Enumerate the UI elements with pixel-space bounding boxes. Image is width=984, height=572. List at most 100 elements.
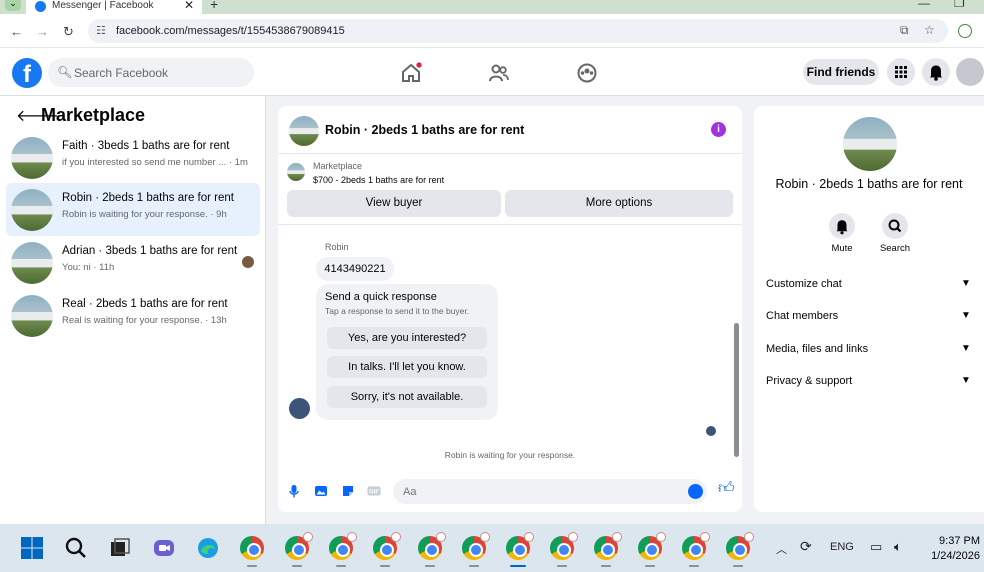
chrome-profile-icon[interactable] <box>726 532 754 560</box>
listing-thumbnail <box>11 189 53 231</box>
chrome-profile-icon[interactable] <box>329 532 357 560</box>
photo-icon[interactable] <box>314 484 328 498</box>
chrome-profile-icon[interactable] <box>373 532 401 560</box>
conversation-name: Robin · 2beds 1 baths are for rent <box>775 177 963 191</box>
view-buyer-button[interactable]: View buyer <box>287 190 501 217</box>
language-indicator[interactable]: ENG <box>830 541 854 553</box>
chrome-profile-icon-active[interactable] <box>506 532 534 560</box>
windows-taskbar: ︿ ⟳ ENG ▭ 🔈︎ 9:37 PM 1/24/2026 <box>0 524 984 572</box>
privacy-support-section[interactable]: Privacy & support <box>766 375 852 387</box>
gif-icon[interactable]: GIF <box>367 484 381 498</box>
thumbs-up-icon[interactable]: 👍︎ <box>718 481 735 497</box>
forward-arrow-icon[interactable]: → <box>36 24 49 39</box>
more-options-button[interactable]: More options <box>505 190 733 217</box>
running-indicator <box>336 565 346 567</box>
address-bar[interactable]: ☷ facebook.com/messages/t/15545386790894… <box>88 19 948 43</box>
info-icon[interactable]: i <box>711 122 726 137</box>
search-icon: 🔍︎ <box>57 65 73 79</box>
tab-strip: ⌄ Messenger | Facebook ✕ + — ❐ <box>0 0 984 14</box>
customize-chat-section[interactable]: Customize chat <box>766 278 842 290</box>
sync-icon[interactable]: ⟳ <box>800 538 812 555</box>
chrome-profile-icon[interactable] <box>285 532 313 560</box>
chrome-icon[interactable] <box>240 536 264 560</box>
listing-mini-thumbnail <box>287 163 305 181</box>
search-facebook-input[interactable]: 🔍︎ Search Facebook <box>48 58 254 87</box>
account-avatar[interactable] <box>956 58 984 86</box>
edge-icon[interactable] <box>196 536 220 560</box>
mute-button[interactable] <box>829 213 855 239</box>
running-indicator <box>380 565 390 567</box>
minimize-icon[interactable]: — <box>918 0 930 10</box>
chrome-profile-icon[interactable] <box>462 532 490 560</box>
message-bubble[interactable]: 4143490221 <box>316 257 394 281</box>
search-placeholder: Search Facebook <box>74 66 169 80</box>
install-app-icon[interactable]: ⧉ <box>900 23 909 38</box>
quick-response-yes-button[interactable]: Yes, are you interested? <box>327 327 487 349</box>
chrome-profile-icon[interactable] <box>550 532 578 560</box>
restore-icon[interactable]: ❐ <box>954 0 965 10</box>
chrome-profile-icon[interactable] <box>682 532 710 560</box>
emoji-icon[interactable] <box>688 484 703 499</box>
sticker-icon[interactable] <box>341 484 355 498</box>
chevron-down-icon[interactable]: ▼ <box>961 310 971 321</box>
profile-icon[interactable] <box>958 24 972 38</box>
notifications-button[interactable] <box>922 58 950 86</box>
scrollbar-thumb[interactable] <box>734 323 739 457</box>
chevron-down-icon[interactable]: ▼ <box>961 278 971 289</box>
windows-start-icon[interactable] <box>20 536 44 560</box>
quick-response-in-talks-button[interactable]: In talks. I'll let you know. <box>327 356 487 378</box>
task-view-icon[interactable] <box>108 536 132 560</box>
teams-chat-icon[interactable] <box>152 536 176 560</box>
friends-icon[interactable] <box>488 62 510 84</box>
microphone-icon[interactable] <box>287 484 301 498</box>
search-icon[interactable] <box>64 536 88 560</box>
groups-icon[interactable] <box>576 62 598 84</box>
message-input[interactable] <box>403 483 673 500</box>
chevron-down-icon[interactable]: ▼ <box>961 343 971 354</box>
browser-toolbar: ← → ↻ ☷ facebook.com/messages/t/15545386… <box>0 14 984 48</box>
search-in-conversation-button[interactable] <box>882 213 908 239</box>
chevron-down-icon[interactable]: ▼ <box>961 375 971 386</box>
tab-search-button[interactable]: ⌄ <box>5 0 21 11</box>
chat-title[interactable]: Robin · 2beds 1 baths are for rent <box>325 123 524 137</box>
clock-time[interactable]: 9:37 PM <box>920 535 980 547</box>
tab-messenger[interactable]: Messenger | Facebook ✕ <box>26 0 202 14</box>
show-hidden-icons-chevron-icon[interactable]: ︿ <box>776 541 787 557</box>
quick-response-not-available-button[interactable]: Sorry, it's not available. <box>327 386 487 408</box>
running-indicator <box>425 565 435 567</box>
conversation-preview: You: ni · 11h <box>62 262 115 273</box>
chat-header: Robin · 2beds 1 baths are for rent i <box>278 106 742 154</box>
tab-close-icon[interactable]: ✕ <box>184 0 194 12</box>
sender-avatar[interactable] <box>289 398 310 419</box>
new-tab-button[interactable]: + <box>210 0 218 12</box>
conversation-item-adrian[interactable]: Adrian · 3beds 1 baths are for rent You:… <box>6 236 260 289</box>
message-input-container[interactable] <box>393 479 707 504</box>
back-arrow-icon[interactable]: ← <box>10 24 23 39</box>
network-icon[interactable]: ▭ <box>870 539 882 555</box>
chrome-profile-icon[interactable] <box>594 532 622 560</box>
chat-members-section[interactable]: Chat members <box>766 310 838 322</box>
reload-icon[interactable]: ↻ <box>63 24 74 40</box>
home-icon[interactable] <box>400 62 422 84</box>
facebook-logo[interactable]: f <box>12 58 42 88</box>
volume-icon[interactable]: 🔈︎ <box>894 539 902 555</box>
running-indicator <box>557 565 567 567</box>
chrome-profile-icon[interactable] <box>418 532 446 560</box>
chat-panel: Robin · 2beds 1 baths are for rent i Mar… <box>278 106 742 512</box>
listing-price: $700 - 2beds 1 baths are for rent <box>313 175 445 185</box>
chat-listing-thumbnail[interactable] <box>289 116 319 146</box>
tab-title: Messenger | Facebook <box>52 0 154 11</box>
conversation-item-robin[interactable]: Robin · 2beds 1 baths are for rent Robin… <box>6 183 260 236</box>
conversation-item-real[interactable]: Real · 2beds 1 baths are for rent Real i… <box>6 289 260 342</box>
conversation-item-faith[interactable]: Faith · 3beds 1 baths are for rent if yo… <box>6 131 260 184</box>
site-info-icon[interactable]: ☷ <box>96 24 106 37</box>
find-friends-button[interactable]: Find friends <box>803 59 879 85</box>
message-thread[interactable]: Robin 4143490221 Send a quick response T… <box>278 224 742 464</box>
marketplace-sidebar: 🡐 Marketplace Faith · 3beds 1 baths are … <box>0 96 266 524</box>
media-files-links-section[interactable]: Media, files and links <box>766 343 868 355</box>
clock-date[interactable]: 1/24/2026 <box>920 550 980 562</box>
chrome-profile-icon[interactable] <box>638 532 666 560</box>
conversation-preview: Real is waiting for your response. · 13h <box>62 315 227 326</box>
bookmark-star-icon[interactable]: ☆ <box>924 23 935 37</box>
menu-button[interactable] <box>887 58 915 86</box>
